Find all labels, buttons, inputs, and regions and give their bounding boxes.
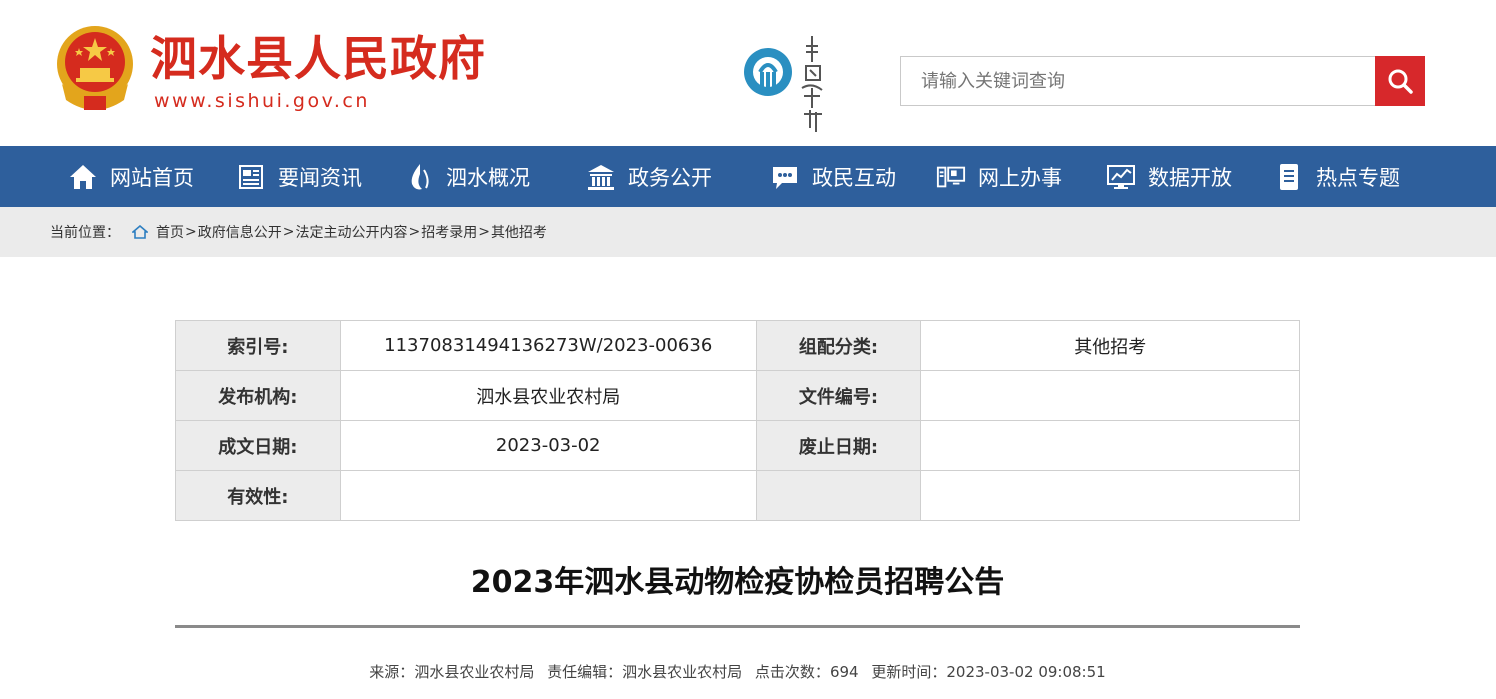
clicks-value: 694: [829, 663, 859, 681]
publisher-label: 发布机构:: [175, 370, 341, 421]
editor-label: 责任编辑：: [547, 663, 623, 681]
nav-item-gov-affairs[interactable]: 政务公开: [586, 146, 712, 207]
document-number-label: 文件编号:: [755, 370, 922, 421]
expiry-date-value: [920, 420, 1300, 471]
nav-item-label: 数据开放: [1148, 165, 1232, 190]
nav-item-home[interactable]: 网站首页: [68, 146, 194, 207]
table-row: 有效性:: [175, 470, 1300, 521]
empty-label-cell: [755, 470, 922, 521]
home-icon: [132, 225, 148, 239]
table-row: 发布机构: 泗水县农业农村局 文件编号:: [175, 370, 1300, 421]
breadcrumb: 当前位置： 首页 > 政府信息公开 > 法定主动公开内容 > 招考录用 > 其他…: [50, 207, 547, 257]
nav-item-label: 网站首页: [110, 165, 194, 190]
table-row: 成文日期: 2023-03-02 废止日期:: [175, 420, 1300, 471]
source-value: 泗水县农业农村局: [414, 663, 535, 681]
home-icon: [68, 162, 98, 192]
editor-value: 泗水县农业农村局: [622, 663, 743, 681]
nav-item-news[interactable]: 要闻资讯: [236, 146, 362, 207]
title-divider: [175, 625, 1300, 628]
government-building-icon: [586, 162, 616, 192]
empty-value-cell: [920, 470, 1300, 521]
nav-item-overview[interactable]: 泗水概况: [404, 146, 530, 207]
nav-item-label: 政务公开: [628, 165, 712, 190]
validity-value: [339, 470, 757, 521]
breadcrumb-link-statutory[interactable]: 法定主动公开内容: [295, 222, 407, 242]
expiry-date-label: 废止日期:: [755, 420, 922, 471]
index-number-label: 索引号:: [175, 320, 341, 371]
china-hometown-logo-icon: [744, 36, 823, 132]
index-number-value: 11370831494136273W/2023-00636: [339, 320, 757, 371]
national-emblem-icon[interactable]: [52, 22, 138, 116]
nav-item-label: 要闻资讯: [278, 165, 362, 190]
document-number-value: [920, 370, 1300, 421]
nav-item-topics[interactable]: 热点专题: [1274, 146, 1400, 207]
updated-label: 更新时间：: [871, 663, 947, 681]
article-meta: 来源：泗水县农业农村局 责任编辑：泗水县农业农村局 点击次数：694 更新时间：…: [175, 660, 1300, 684]
written-date-value: 2023-03-02: [339, 420, 757, 471]
breadcrumb-separator: >: [185, 224, 197, 240]
data-monitor-icon: [1106, 162, 1136, 192]
breadcrumb-separator: >: [478, 224, 490, 240]
breadcrumb-bar: 当前位置： 首页 > 政府信息公开 > 法定主动公开内容 > 招考录用 > 其他…: [0, 207, 1496, 257]
breadcrumb-prefix: 当前位置：: [50, 225, 120, 241]
nav-item-online-service[interactable]: 网上办事: [936, 146, 1062, 207]
search-button[interactable]: [1375, 56, 1425, 106]
written-date-label: 成文日期:: [175, 420, 341, 471]
breadcrumb-separator: >: [282, 224, 295, 240]
magnifier-icon: [1388, 69, 1413, 94]
clicks-label: 点击次数：: [754, 663, 830, 681]
nav-item-label: 网上办事: [978, 165, 1062, 190]
nav-item-label: 热点专题: [1316, 165, 1400, 190]
water-drop-icon: [404, 162, 434, 192]
news-icon: [236, 162, 266, 192]
site-url: www.sishui.gov.cn: [154, 90, 370, 112]
online-service-icon: [936, 162, 966, 192]
editor-field: 责任编辑：泗水县农业农村局: [547, 663, 742, 681]
publisher-value: 泗水县农业农村局: [339, 370, 757, 421]
nav-item-interaction[interactable]: 政民互动: [770, 146, 896, 207]
topic-list-icon: [1274, 162, 1304, 192]
site-title[interactable]: 泗水县人民政府: [150, 32, 486, 88]
document-info-table: 索引号: 11370831494136273W/2023-00636 组配分类:…: [175, 320, 1300, 521]
search-box: [900, 56, 1376, 106]
source-field: 来源：泗水县农业农村局: [369, 663, 534, 681]
table-row: 索引号: 11370831494136273W/2023-00636 组配分类:…: [175, 320, 1300, 371]
nav-item-label: 泗水概况: [446, 165, 530, 190]
breadcrumb-separator: >: [408, 224, 421, 240]
updated-field: 更新时间：2023-03-02 09:08:51: [871, 663, 1105, 681]
search-input[interactable]: [901, 57, 1375, 105]
breadcrumb-link-other[interactable]: 其他招考: [491, 222, 547, 242]
chat-bubble-icon: [770, 162, 800, 192]
breadcrumb-link-recruitment[interactable]: 招考录用: [421, 222, 477, 242]
category-value: 其他招考: [920, 320, 1300, 371]
validity-label: 有效性:: [175, 470, 341, 521]
clicks-field: 点击次数：694: [755, 663, 859, 681]
nav-item-open-data[interactable]: 数据开放: [1106, 146, 1232, 207]
site-header: 泗水县人民政府 www.sishui.gov.cn: [0, 0, 1496, 146]
article-title: 2023年泗水县动物检疫协检员招聘公告: [470, 565, 1005, 600]
breadcrumb-link-gov-info[interactable]: 政府信息公开: [198, 222, 282, 242]
breadcrumb-link-home[interactable]: 首页: [156, 222, 184, 242]
nav-item-label: 政民互动: [812, 165, 896, 190]
updated-value: 2023-03-02 09:08:51: [946, 663, 1106, 681]
source-label: 来源：: [369, 663, 415, 681]
category-label: 组配分类:: [755, 320, 922, 371]
main-nav: 网站首页 要闻资讯 泗水概况 政务公开 政民互动 网上办事 数据开放 热点专题: [0, 146, 1496, 207]
